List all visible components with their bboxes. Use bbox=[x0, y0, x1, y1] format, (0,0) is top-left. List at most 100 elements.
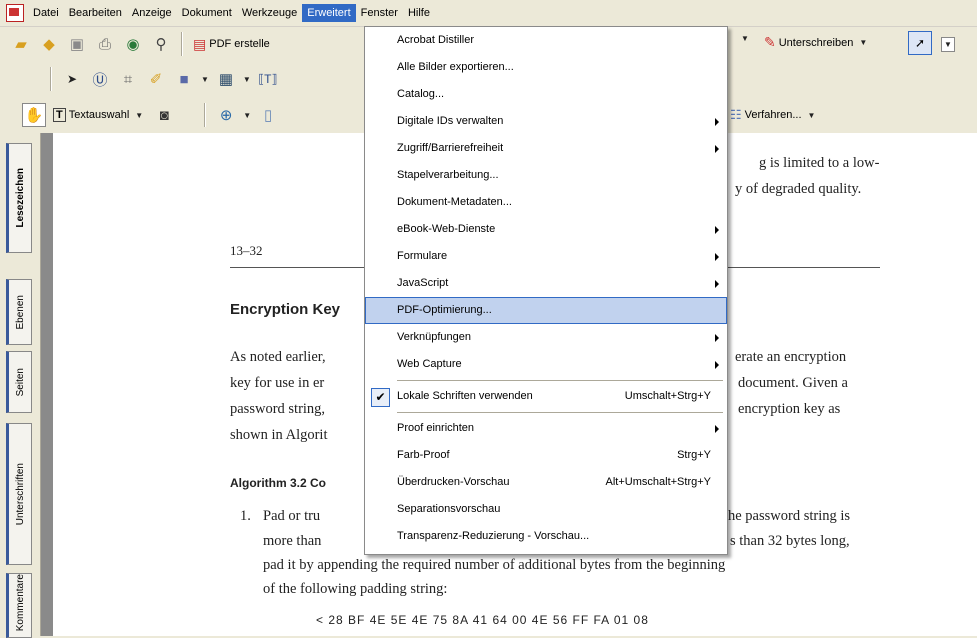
text-select-label: Textauswahl bbox=[68, 109, 130, 121]
menu-item-formulare[interactable]: Formulare bbox=[365, 243, 727, 270]
pdf-create-button[interactable]: ▤ PDF erstelle bbox=[189, 34, 274, 55]
menu-item-pdf-optimierung[interactable]: PDF-Optimierung... bbox=[365, 297, 727, 324]
chevron-down-icon[interactable]: ▼ bbox=[941, 37, 955, 52]
toolbar-separator bbox=[204, 103, 207, 127]
menu-separator bbox=[397, 412, 723, 413]
procedure-label: Verfahren... bbox=[744, 109, 802, 121]
page-text-line: more than bbox=[263, 533, 322, 549]
procedure-icon: ☷ bbox=[730, 107, 742, 122]
select-tool-icon[interactable]: ➚ bbox=[908, 31, 932, 55]
procedure-button[interactable]: ☷ Verfahren... ▼ bbox=[726, 105, 822, 125]
pdf-create-icon: ▤ bbox=[193, 35, 207, 52]
chevron-down-icon[interactable]: ▼ bbox=[243, 75, 251, 84]
open-icon[interactable]: ▰ bbox=[10, 33, 32, 55]
text-field-icon[interactable]: ⟦T⟧ bbox=[257, 68, 279, 90]
page-text-line: password string, bbox=[230, 401, 326, 417]
text-select-button[interactable]: T Textauswahl ▼ bbox=[49, 106, 150, 124]
page-text-line: g is limited to a low- bbox=[759, 155, 880, 171]
email-icon[interactable]: ◉ bbox=[122, 33, 144, 55]
tab-label: Lesezeichen bbox=[14, 168, 26, 228]
menu-item-javascript[interactable]: JavaScript bbox=[365, 270, 727, 297]
submenu-arrow-icon bbox=[715, 334, 719, 342]
menu-fenster[interactable]: Fenster bbox=[356, 4, 403, 22]
page-text-line: encryption key as bbox=[738, 401, 841, 417]
menu-item-stapelverarbeitung[interactable]: Stapelverarbeitung... bbox=[365, 162, 727, 189]
page-text-line: Pad or tru bbox=[263, 508, 321, 524]
page-text-line: he password string is bbox=[728, 508, 851, 524]
tab-label: Unterschriften bbox=[14, 462, 26, 526]
chevron-down-icon[interactable]: ▼ bbox=[243, 111, 251, 120]
menu-item-alle-bilder-exportieren[interactable]: Alle Bilder exportieren... bbox=[365, 54, 727, 81]
acrobat-app-icon bbox=[6, 4, 24, 22]
menu-item-dokument-metadaten[interactable]: Dokument-Metadaten... bbox=[365, 189, 727, 216]
pdf-create-label: PDF erstelle bbox=[209, 38, 270, 50]
menu-item-verknüpfungen[interactable]: Verknüpfungen bbox=[365, 324, 727, 351]
chevron-down-icon: ▼ bbox=[807, 110, 816, 120]
submenu-arrow-icon bbox=[715, 145, 719, 153]
menu-item-separationsvorschau[interactable]: Separationsvorschau bbox=[365, 496, 727, 523]
menu-datei[interactable]: Datei bbox=[28, 4, 64, 22]
erweitert-dropdown-menu: Acrobat Distiller Alle Bilder exportieren… bbox=[364, 26, 728, 555]
pointer-icon[interactable]: ➤ bbox=[61, 68, 83, 90]
menubar: Datei Bearbeiten Anzeige Dokument Werkze… bbox=[0, 0, 977, 27]
menu-item-label: Dokument-Metadaten... bbox=[397, 196, 512, 208]
tab-ebenen[interactable]: Ebenen bbox=[6, 279, 32, 345]
menu-item-label: Transparenz-Reduzierung - Vorschau... bbox=[397, 530, 590, 542]
hand-tool-icon[interactable]: ✋ bbox=[22, 103, 46, 127]
chevron-down-icon[interactable]: ▼ bbox=[201, 75, 209, 84]
menu-bearbeiten[interactable]: Bearbeiten bbox=[64, 4, 127, 22]
menu-hilfe[interactable]: Hilfe bbox=[403, 4, 435, 22]
menu-dokument[interactable]: Dokument bbox=[177, 4, 237, 22]
menu-item-überdrucken-vorschau[interactable]: Überdrucken-Vorschau Alt+Umschalt+Strg+Y bbox=[365, 469, 727, 496]
menu-item-acrobat-distiller[interactable]: Acrobat Distiller bbox=[365, 27, 727, 54]
chevron-down-icon: ▼ bbox=[859, 38, 868, 47]
page-icon[interactable]: ▯ bbox=[257, 104, 279, 126]
chevron-down-icon[interactable]: ▼ bbox=[741, 34, 749, 43]
print-icon[interactable]: ⎙ bbox=[94, 33, 116, 55]
menu-erweitert[interactable]: Erweitert bbox=[302, 4, 356, 22]
sign-button[interactable]: ✎ Unterschreiben ▼ bbox=[760, 32, 874, 53]
menu-item-digitale-ids-verwalten[interactable]: Digitale IDs verwalten bbox=[365, 108, 727, 135]
save-icon[interactable]: ▣ bbox=[66, 33, 88, 55]
text-select-icon: T bbox=[53, 108, 66, 122]
submenu-arrow-icon bbox=[715, 253, 719, 261]
padding-string: < 28 BF 4E 5E 4E 75 8A 41 64 00 4E 56 FF… bbox=[316, 613, 649, 627]
tab-kommentare[interactable]: Kommentare bbox=[6, 573, 32, 638]
menu-item-label: Alle Bilder exportieren... bbox=[397, 61, 514, 73]
menu-item-proof-einrichten[interactable]: Proof einrichten bbox=[365, 415, 727, 442]
link-icon[interactable]: ✐ bbox=[145, 68, 167, 90]
menu-item-label: eBook-Web-Dienste bbox=[397, 223, 496, 235]
touchup-icon[interactable]: Ⓤ bbox=[89, 68, 111, 90]
chevron-down-icon: ▼ bbox=[135, 110, 144, 120]
binoculars-icon[interactable]: ⚲ bbox=[150, 33, 172, 55]
menu-item-catalog[interactable]: Catalog... bbox=[365, 81, 727, 108]
menu-item-ebook-web-dienste[interactable]: eBook-Web-Dienste bbox=[365, 216, 727, 243]
menu-item-label: Catalog... bbox=[397, 88, 445, 100]
menu-item-farb-proof[interactable]: Farb-Proof Strg+Y bbox=[365, 442, 727, 469]
menu-item-label: Zugriff/Barrierefreiheit bbox=[397, 142, 504, 154]
crop-icon[interactable]: ⌗ bbox=[117, 68, 139, 90]
menu-item-label: Separationsvorschau bbox=[397, 503, 501, 515]
tab-unterschriften[interactable]: Unterschriften bbox=[6, 423, 32, 565]
menu-werkzeuge[interactable]: Werkzeuge bbox=[237, 4, 302, 22]
menu-item-label: Farb-Proof bbox=[397, 449, 450, 461]
tab-lesezeichen[interactable]: Lesezeichen bbox=[6, 143, 32, 253]
pen-icon: ✎ bbox=[764, 34, 776, 50]
page-text-line: shown in Algorit bbox=[230, 427, 328, 443]
rectangle-icon[interactable]: ■ bbox=[173, 68, 195, 90]
snapshot-icon[interactable]: ◙ bbox=[153, 104, 175, 126]
menu-item-lokale-schriften-verwenden[interactable]: ✔ Lokale Schriften verwenden Umschalt+Strg… bbox=[365, 383, 727, 410]
submenu-arrow-icon bbox=[715, 280, 719, 288]
form-icon[interactable]: ▦ bbox=[215, 68, 237, 90]
submenu-arrow-icon bbox=[715, 226, 719, 234]
menu-item-transparenz-reduzierung-vorschau[interactable]: Transparenz-Reduzierung - Vorschau... bbox=[365, 523, 727, 550]
tab-seiten[interactable]: Seiten bbox=[6, 351, 32, 413]
folder-icon[interactable]: ◆ bbox=[38, 33, 60, 55]
menu-item-web-capture[interactable]: Web Capture bbox=[365, 351, 727, 378]
tab-label: Seiten bbox=[14, 367, 26, 397]
menu-anzeige[interactable]: Anzeige bbox=[127, 4, 177, 22]
zoom-in-icon[interactable]: ⊕ bbox=[215, 104, 237, 126]
tab-label: Ebenen bbox=[14, 294, 26, 330]
list-number: 1. bbox=[240, 508, 251, 524]
menu-item-zugriff-barrierefreiheit[interactable]: Zugriff/Barrierefreiheit bbox=[365, 135, 727, 162]
